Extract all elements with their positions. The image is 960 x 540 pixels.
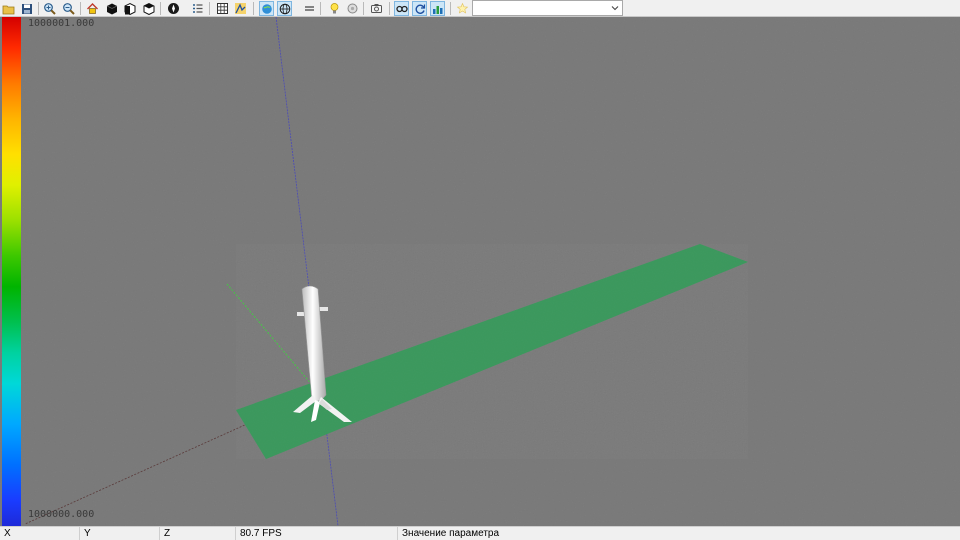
toolbar-separator <box>450 2 451 15</box>
camera-icon[interactable] <box>369 1 384 16</box>
zoom-out-icon[interactable] <box>61 1 76 16</box>
refresh-icon[interactable] <box>412 1 427 16</box>
color-scale-max-label: 1000001.000 <box>28 18 95 29</box>
grid-icon[interactable] <box>215 1 230 16</box>
parameter-select[interactable] <box>472 0 623 16</box>
globe-icon[interactable] <box>277 1 292 16</box>
viewport-texture <box>0 17 960 526</box>
status-y-coordinate: Y <box>80 527 160 540</box>
zoom-in-icon[interactable] <box>42 1 57 16</box>
status-bar: X Y Z 80.7 FPS Значение параметра <box>0 526 960 540</box>
star-icon[interactable] <box>455 1 470 16</box>
status-y-label: Y <box>84 528 91 539</box>
scene-canvas <box>0 17 960 526</box>
list-icon[interactable] <box>190 1 205 16</box>
toolbar-separator <box>253 2 254 15</box>
status-fps: 80.7 FPS <box>236 527 398 540</box>
status-x-label: X <box>4 528 11 539</box>
toolbar-separator <box>80 2 81 15</box>
3d-viewport[interactable]: 1000001.000 1000000.000 <box>0 17 960 526</box>
toolbar <box>0 0 960 17</box>
status-z-coordinate: Z <box>160 527 236 540</box>
material-icon[interactable] <box>345 1 360 16</box>
toolbar-separator <box>363 2 364 15</box>
cube-front-icon[interactable] <box>122 1 137 16</box>
lines-icon[interactable] <box>302 1 317 16</box>
chart-icon[interactable] <box>430 1 445 16</box>
status-parameter: Значение параметра <box>398 527 960 540</box>
compass-icon[interactable] <box>166 1 181 16</box>
status-z-label: Z <box>164 528 171 539</box>
toolbar-separator <box>38 2 39 15</box>
globe-view-icon[interactable] <box>259 1 274 16</box>
save-icon[interactable] <box>19 1 34 16</box>
link-icon[interactable] <box>394 1 409 16</box>
color-scale-bar <box>2 17 21 526</box>
cube-solid-icon[interactable] <box>104 1 119 16</box>
toolbar-separator <box>320 2 321 15</box>
chevron-down-icon <box>611 6 619 11</box>
shape-icon[interactable] <box>233 1 248 16</box>
rocket-grid-fin-right <box>319 307 328 311</box>
toolbar-separator <box>160 2 161 15</box>
cube-side-icon[interactable] <box>141 1 156 16</box>
home-view-icon[interactable] <box>85 1 100 16</box>
lightbulb-icon[interactable] <box>327 1 342 16</box>
toolbar-separator <box>209 2 210 15</box>
status-parameter-label: Значение параметра <box>402 528 500 539</box>
status-fps-value: 80.7 FPS <box>240 528 282 539</box>
toolbar-separator <box>389 2 390 15</box>
open-folder-icon[interactable] <box>1 1 16 16</box>
status-x-coordinate: X <box>0 527 80 540</box>
color-scale-min-label: 1000000.000 <box>28 509 95 520</box>
